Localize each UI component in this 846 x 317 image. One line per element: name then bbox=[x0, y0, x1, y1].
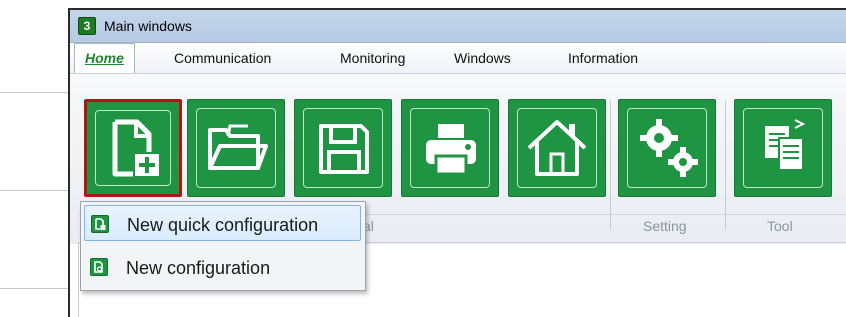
menu-item-label: New configuration bbox=[126, 258, 271, 278]
menu-item-new-quick-configuration[interactable]: New quick configuration bbox=[84, 205, 361, 241]
home-icon bbox=[527, 120, 587, 176]
background-line bbox=[0, 190, 70, 191]
menu-monitoring[interactable]: Monitoring bbox=[340, 50, 405, 66]
print-button[interactable] bbox=[401, 99, 499, 197]
menu-communication[interactable]: Communication bbox=[174, 50, 271, 66]
window-title: Main windows bbox=[104, 18, 192, 34]
home-button[interactable] bbox=[508, 99, 606, 197]
new-dropdown-menu: New quick configuration New configuratio… bbox=[80, 201, 366, 291]
background-line bbox=[0, 288, 70, 289]
tool-button[interactable] bbox=[734, 99, 832, 197]
group-separator bbox=[725, 100, 726, 230]
open-folder-icon bbox=[208, 124, 268, 170]
settings-button[interactable] bbox=[618, 99, 716, 197]
menu-bar: Home Communication Monitoring Windows In… bbox=[70, 43, 846, 74]
app-logo-icon: 3 bbox=[78, 17, 96, 35]
config-icon bbox=[90, 258, 108, 276]
save-floppy-icon bbox=[319, 124, 369, 174]
save-button[interactable] bbox=[294, 99, 392, 197]
title-bar: 3 Main windows bbox=[70, 10, 846, 43]
menu-home[interactable]: Home bbox=[74, 43, 135, 73]
quick-config-icon bbox=[91, 215, 109, 233]
menu-item-new-configuration[interactable]: New configuration bbox=[84, 249, 361, 285]
content-left-border bbox=[78, 242, 79, 317]
tool-documents-icon bbox=[765, 119, 806, 171]
new-button[interactable] bbox=[84, 99, 182, 197]
menu-item-label: New quick configuration bbox=[127, 215, 319, 235]
group-separator bbox=[610, 100, 611, 230]
new-file-plus-icon bbox=[112, 119, 159, 177]
group-label-setting: Setting bbox=[643, 218, 687, 234]
open-button[interactable] bbox=[187, 99, 285, 197]
menu-information[interactable]: Information bbox=[568, 50, 638, 66]
settings-gears-icon bbox=[640, 119, 698, 177]
group-label-tool: Tool bbox=[767, 218, 793, 234]
background-line bbox=[0, 92, 70, 93]
print-icon bbox=[426, 124, 476, 176]
menu-windows[interactable]: Windows bbox=[454, 50, 511, 66]
